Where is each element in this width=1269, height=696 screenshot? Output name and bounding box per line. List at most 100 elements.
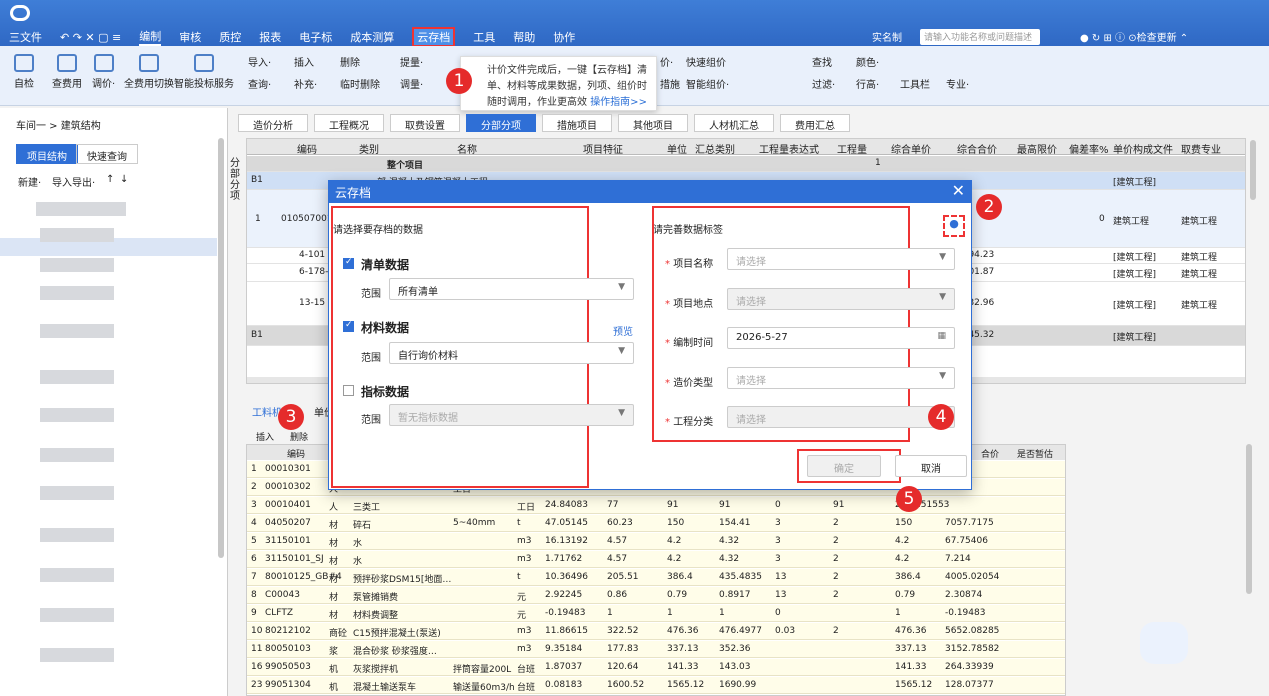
close-icon[interactable]: ✕ (952, 181, 965, 200)
toolbar-button[interactable]: 工具栏 (900, 76, 930, 91)
supplement-button[interactable]: 补充· (294, 76, 317, 91)
cancel-button[interactable]: 取消 (895, 455, 967, 477)
self-check-button[interactable]: 自检 (14, 54, 34, 90)
query-button[interactable]: 查询· (248, 76, 271, 91)
table-row[interactable]: 8 C00043 材 泵管摊销费 元 2.92245 0.86 0.79 0.8917 13 2 0.… (247, 587, 1065, 604)
confirm-button[interactable]: 确定 (807, 455, 881, 477)
adjust-price-button[interactable]: 调价· (92, 54, 115, 90)
table-row[interactable]: 16 99050503 机 灰浆搅拌机 拌筒容量200L 台班 1.87037 120.64 1… (247, 659, 1065, 676)
col-price-file[interactable]: 单价构成文件 (1113, 141, 1173, 156)
col-feature[interactable]: 项目特征 (583, 141, 623, 156)
tree-node[interactable] (40, 408, 114, 422)
tree-root[interactable] (36, 202, 126, 216)
list-range-select[interactable]: 所有清单 ▼ (389, 278, 634, 300)
col-fee-profession[interactable]: 取费专业 (1181, 141, 1221, 156)
user-icon[interactable]: ● (943, 215, 965, 237)
left-scrollbar[interactable] (218, 138, 224, 558)
tree-node[interactable] (40, 486, 114, 500)
material-range-select[interactable]: 自行询价材料 ▼ (389, 342, 634, 364)
update-check-button[interactable]: ● ↻ ⊞ ⓘ ⊙检查更新 ⌃ (1080, 29, 1188, 44)
menu-cloud-archive[interactable]: 云存档 (412, 27, 456, 47)
menu-qc[interactable]: 质控 (219, 29, 241, 45)
tab-quick-query[interactable]: 快速查询 (76, 144, 138, 164)
col-total-price[interactable]: 综合合价 (957, 141, 997, 156)
table-row[interactable]: 3 00010401 人三类工 工日 24.84083 77 91 91 0 91 2260.515… (247, 497, 1065, 514)
tree-node[interactable] (40, 528, 114, 542)
delete-row-button[interactable]: 删除 (290, 430, 308, 443)
menu-tools[interactable]: 工具 (473, 29, 495, 45)
col-summary-type[interactable]: 汇总类别 (695, 141, 735, 156)
table-row[interactable]: 9 CLFTZ 材 材料费调整 元 -0.19483 1 1 1 0 1 -0.19483 (247, 605, 1065, 622)
insert-button[interactable]: 插入 (294, 54, 314, 69)
tab-project-overview[interactable]: 工程概况 (314, 114, 384, 132)
col-max-price[interactable]: 最高限价 (1017, 141, 1057, 156)
menu-cost[interactable]: 成本测算 (350, 29, 394, 45)
tree-node[interactable] (40, 648, 114, 662)
move-up-button[interactable]: ↑ (106, 174, 114, 185)
tree-node[interactable] (40, 608, 114, 622)
table-row[interactable]: 11 80050103 浆 混合砂浆 砂浆强度… m3 9.35184 177.83 337.… (247, 641, 1065, 658)
col-name[interactable]: 名称 (457, 141, 477, 156)
table-row[interactable]: 23 99051304 机 混凝土输送泵车 输送量60m3/h 台班 0.08183 1600… (247, 677, 1065, 694)
tab-fee-summary[interactable]: 费用汇总 (780, 114, 850, 132)
list-data-checkbox[interactable] (343, 257, 354, 269)
tree-node[interactable] (40, 448, 114, 462)
assistant-bot-icon[interactable] (1140, 622, 1188, 664)
col-code[interactable]: 编码 (297, 141, 317, 156)
grid-scrollbar[interactable] (1250, 140, 1256, 200)
table-row[interactable]: 6 31150101_SJ 材 水 m3 1.71762 4.57 4.2 4.32 3 2 4.2 7… (247, 551, 1065, 568)
col-type[interactable]: 类别 (359, 141, 379, 156)
table-row[interactable]: 7 80010125_GB#4 材预拌砂浆DSM15[地面… t 10.36496 205… (247, 569, 1065, 586)
col-qty[interactable]: 工程量 (837, 141, 867, 156)
tab-project-structure[interactable]: 项目结构 (16, 144, 78, 164)
filter-button[interactable]: 过滤· (812, 76, 835, 91)
table-row[interactable]: 整个项目 1 (247, 156, 1245, 172)
tree-node[interactable] (40, 228, 114, 242)
tab-other-items[interactable]: 其他项目 (618, 114, 688, 132)
bottom-scrollbar[interactable] (1246, 444, 1252, 594)
menu-collab[interactable]: 协作 (553, 29, 575, 45)
tab-measures[interactable]: 措施项目 (542, 114, 612, 132)
measure-button[interactable]: 措施 (660, 76, 680, 91)
menu-edit[interactable]: 编制 (139, 28, 162, 46)
view-fee-button[interactable]: 查费用 (52, 54, 82, 90)
temp-delete-button[interactable]: 临时删除 (340, 76, 380, 91)
realname-link[interactable]: 实名制 (872, 29, 902, 44)
menu-review[interactable]: 审核 (179, 29, 201, 45)
tree-node[interactable] (40, 286, 114, 300)
tree-node[interactable] (40, 324, 114, 338)
preview-link[interactable]: 预览 (613, 323, 633, 338)
index-data-checkbox[interactable] (343, 385, 354, 396)
col-deviation[interactable]: 偏差率% (1069, 141, 1109, 156)
quick-price-button[interactable]: 快速组价 (686, 54, 726, 69)
table-row[interactable]: 5 31150101 材 水 m3 16.13192 4.57 4.2 4.32 3 2 4.2 67.… (247, 533, 1065, 550)
compile-time-input[interactable]: 2026-5-27 ▦ (727, 327, 955, 349)
row-height-button[interactable]: 行高· (856, 76, 879, 91)
function-search-input[interactable]: 请输入功能名称或问题描述 (920, 29, 1040, 45)
table-row[interactable]: 10 80212102 商砼 C15预拌混凝土(泵送) m3 11.86615 322.52… (247, 623, 1065, 640)
color-button[interactable]: 颜色· (856, 54, 879, 69)
menu-help[interactable]: 帮助 (513, 29, 535, 45)
cost-type-select[interactable]: 请选择 ▼ (727, 367, 955, 389)
tab-subitems[interactable]: 分部分项 (466, 114, 536, 132)
material-data-checkbox[interactable] (343, 320, 354, 332)
extract-button[interactable]: 提量· (400, 54, 423, 69)
tab-labor-material-summary[interactable]: 人材机汇总 (694, 114, 774, 132)
full-fee-switch-button[interactable]: 全费用切换 (124, 54, 174, 90)
tree-node[interactable] (40, 258, 114, 272)
col-qty-expr[interactable]: 工程量表达式 (759, 141, 819, 156)
insert-row-button[interactable]: 插入 (256, 430, 274, 443)
import-button[interactable]: 导入· (248, 54, 271, 69)
menu-file[interactable]: 三文件 (9, 29, 42, 45)
menu-ebid[interactable]: 电子标 (299, 29, 332, 45)
find-button[interactable]: 查找 (812, 54, 832, 69)
tree-node[interactable] (40, 568, 114, 582)
col-unit[interactable]: 单位 (667, 141, 687, 156)
tab-fee-settings[interactable]: 取费设置 (390, 114, 460, 132)
menu-report[interactable]: 报表 (259, 29, 281, 45)
tree-node[interactable] (40, 370, 114, 384)
price-button[interactable]: 价· (660, 54, 673, 69)
project-name-select[interactable]: 请选择 ▼ (727, 248, 955, 270)
smart-price-button[interactable]: 智能组价· (686, 76, 729, 91)
smart-bid-button[interactable]: 智能投标服务 (174, 54, 234, 90)
